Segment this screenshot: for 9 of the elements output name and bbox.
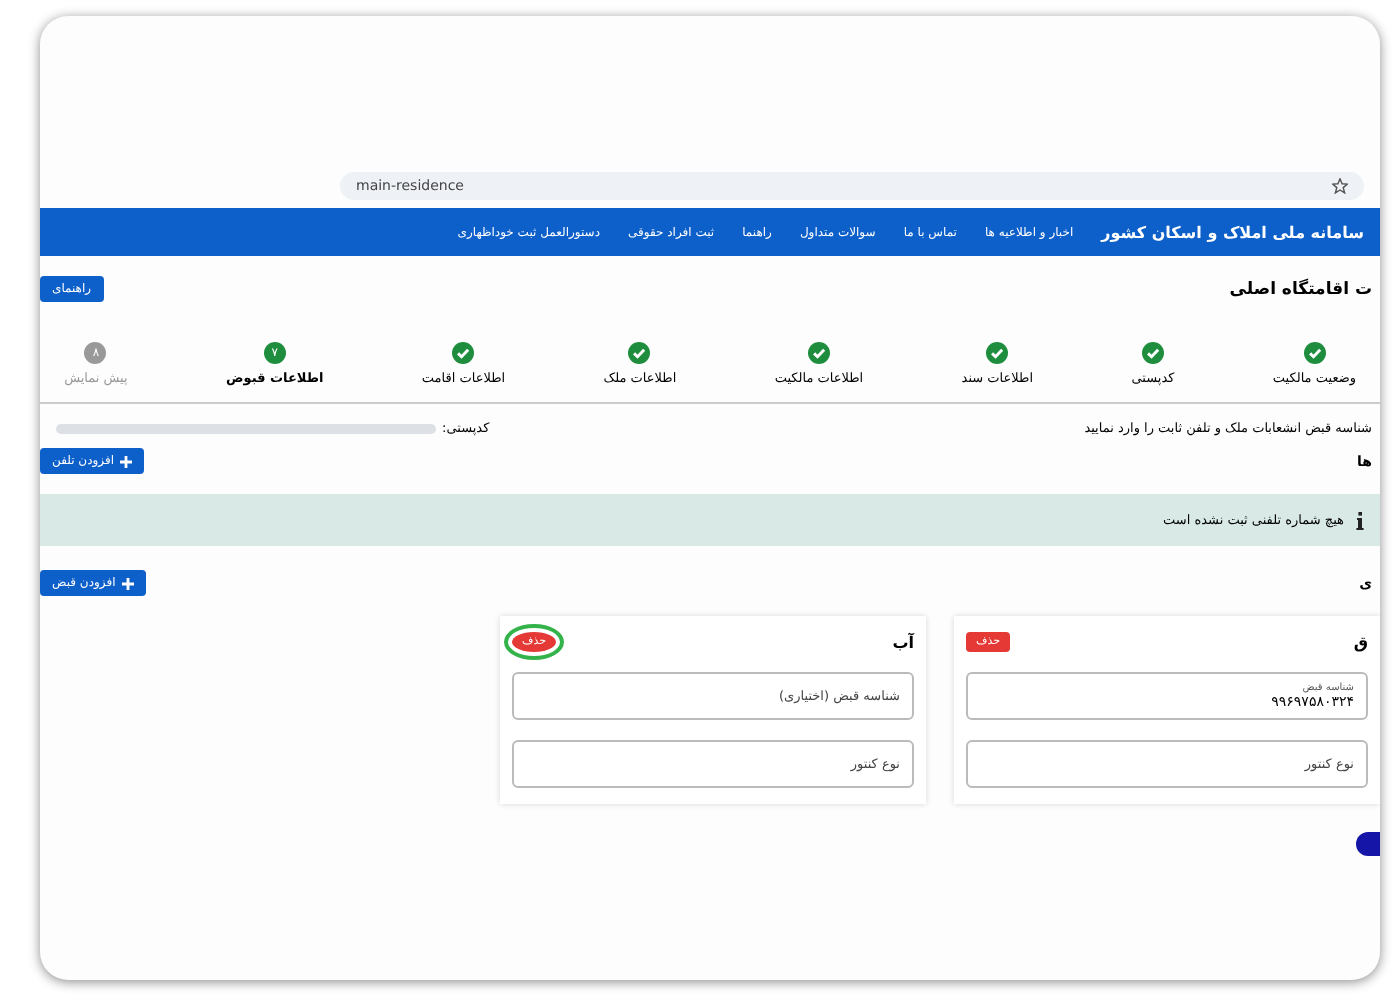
plus-icon xyxy=(121,577,134,589)
star-icon[interactable] xyxy=(1332,178,1348,194)
card-title: آب xyxy=(892,633,914,651)
site-title[interactable]: سامانه ملی املاک و اسکان کشور xyxy=(1101,223,1364,241)
card-title: ق xyxy=(1353,633,1368,651)
scroll-button[interactable] xyxy=(1356,832,1380,856)
page-title: ت اقامتگاه اصلی xyxy=(1229,279,1372,299)
plus-icon xyxy=(120,455,132,467)
info-icon xyxy=(1356,511,1364,529)
